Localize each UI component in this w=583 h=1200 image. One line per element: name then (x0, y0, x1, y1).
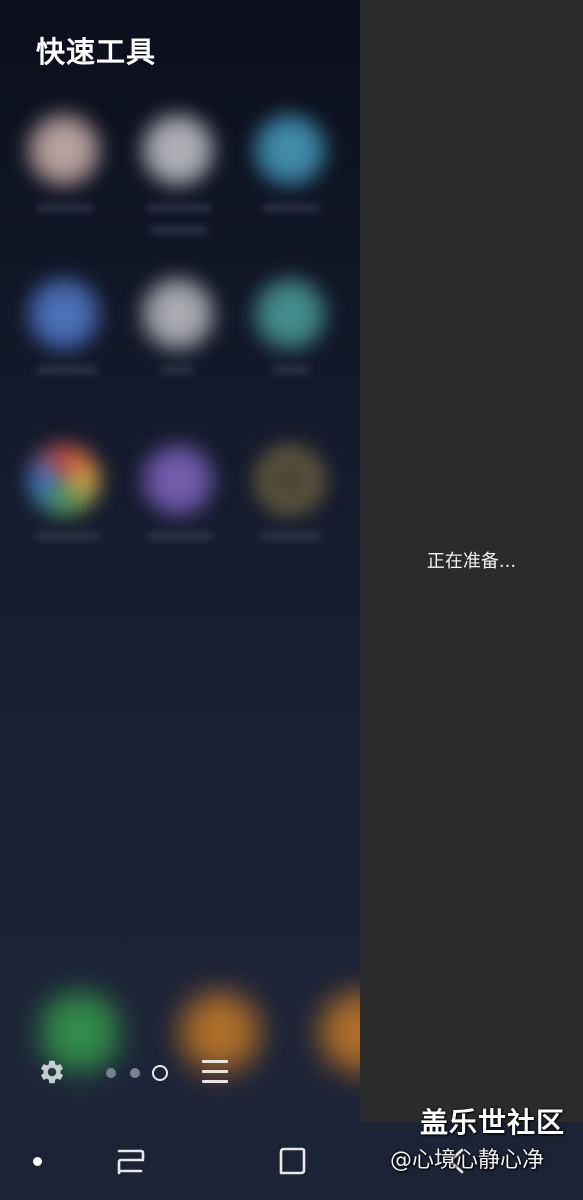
phone-screen: 快速工具 正在准备... 盖乐世社区 @心境心静心净 (0, 0, 583, 1200)
page-dot-active (152, 1065, 168, 1081)
watermark-title: 盖乐世社区 (420, 1106, 566, 1139)
gear-icon[interactable] (38, 1058, 66, 1086)
home-icon[interactable] (278, 1146, 306, 1176)
preparing-status-text: 正在准备... (426, 551, 517, 572)
blurred-app-label (36, 204, 94, 212)
blurred-app-icon (254, 444, 326, 516)
nav-dot-icon[interactable] (33, 1157, 42, 1166)
blurred-app-icon (28, 114, 100, 186)
blurred-app-icon (28, 444, 100, 516)
blurred-app-label (260, 532, 322, 540)
blurred-app-icon (142, 278, 214, 350)
recents-icon[interactable] (116, 1146, 146, 1176)
blurred-app-icon (142, 444, 214, 516)
blurred-app-icon (254, 114, 326, 186)
blurred-app-label (146, 204, 212, 212)
blurred-app-label (272, 366, 310, 374)
blurred-app-icon (28, 278, 100, 350)
edge-panel-title: 快速工具 (36, 35, 157, 69)
blurred-app-label (150, 226, 208, 234)
page-dot (130, 1068, 140, 1078)
preparing-panel: 正在准备... (360, 0, 583, 1122)
blurred-app-label (36, 366, 98, 374)
page-indicator (106, 1064, 170, 1082)
watermark-subtitle: @心境心静心净 (390, 1148, 545, 1173)
page-dot (106, 1068, 116, 1078)
blurred-app-icon (254, 278, 326, 350)
blurred-app-label (146, 532, 214, 540)
blurred-app-label (34, 532, 100, 540)
list-icon[interactable] (202, 1060, 228, 1084)
blurred-app-label (262, 204, 320, 212)
blurred-app-label (160, 366, 194, 374)
blurred-app-icon (142, 114, 214, 186)
